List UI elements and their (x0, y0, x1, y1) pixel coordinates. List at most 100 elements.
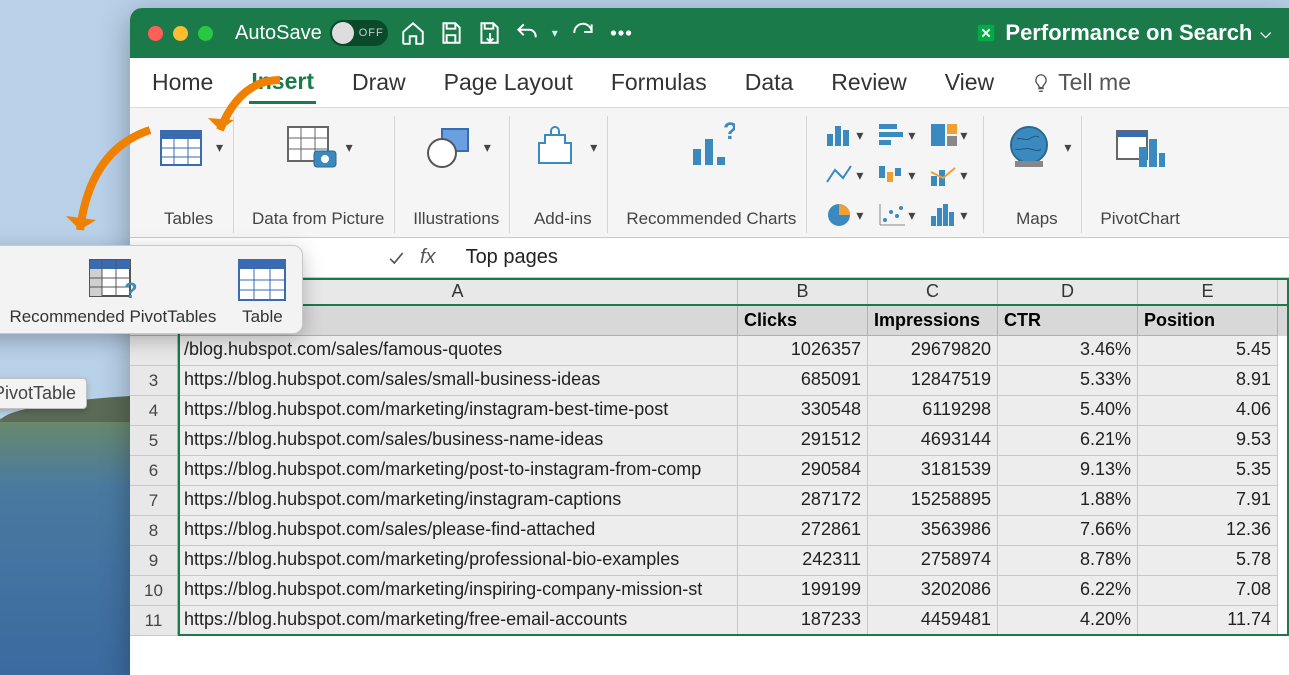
save-as-icon[interactable] (476, 20, 502, 46)
cell-position[interactable]: 5.78 (1138, 546, 1278, 576)
check-icon[interactable] (386, 248, 406, 268)
col-header-c[interactable]: C (868, 278, 998, 304)
col-header-b[interactable]: B (738, 278, 868, 304)
cell-clicks[interactable]: 187233 (738, 606, 868, 636)
ribbon-group-illustrations[interactable]: ▾ Illustrations (403, 116, 510, 233)
tab-view[interactable]: View (943, 63, 996, 102)
row-header[interactable]: 9 (130, 546, 178, 576)
row-header[interactable] (130, 336, 178, 366)
cell-impressions[interactable]: 15258895 (868, 486, 998, 516)
cell-url[interactable]: https://blog.hubspot.com/marketing/profe… (178, 546, 738, 576)
header-ctr[interactable]: CTR (998, 306, 1138, 336)
bar-chart-icon[interactable]: ▾ (877, 120, 915, 150)
row-header[interactable]: 7 (130, 486, 178, 516)
row-header[interactable]: 3 (130, 366, 178, 396)
cell-clicks[interactable]: 242311 (738, 546, 868, 576)
cell-url[interactable]: /blog.hubspot.com/sales/famous-quotes (178, 336, 738, 366)
undo-chevron-icon[interactable]: ▾ (552, 26, 558, 40)
ribbon-group-data-from-picture[interactable]: ▾ Data from Picture (242, 116, 395, 233)
row-header[interactable]: 8 (130, 516, 178, 546)
line-chart-icon[interactable]: ▾ (825, 160, 863, 190)
cell-clicks[interactable]: 291512 (738, 426, 868, 456)
table-button[interactable]: Table (234, 256, 290, 327)
header-impressions[interactable]: Impressions (868, 306, 998, 336)
cell-clicks[interactable]: 199199 (738, 576, 868, 606)
header-clicks[interactable]: Clicks (738, 306, 868, 336)
undo-icon[interactable] (514, 20, 540, 46)
histogram-chart-icon[interactable]: ▾ (929, 200, 967, 230)
row-header[interactable]: 10 (130, 576, 178, 606)
combo-chart-icon[interactable]: ▾ (929, 160, 967, 190)
cell-impressions[interactable]: 3181539 (868, 456, 998, 486)
waterfall-chart-icon[interactable]: ▾ (877, 160, 915, 190)
save-icon[interactable] (438, 20, 464, 46)
cell-impressions[interactable]: 6119298 (868, 396, 998, 426)
ribbon-group-addins[interactable]: ▾ Add-ins (518, 116, 608, 233)
cell-impressions[interactable]: 4459481 (868, 606, 998, 636)
ribbon-group-tables[interactable]: ▾ Tables (144, 116, 234, 233)
cell-impressions[interactable]: 3202086 (868, 576, 998, 606)
cell-ctr[interactable]: 6.21% (998, 426, 1138, 456)
cell-ctr[interactable]: 5.33% (998, 366, 1138, 396)
col-header-d[interactable]: D (998, 278, 1138, 304)
maximize-window-button[interactable] (198, 26, 213, 41)
tell-me-button[interactable]: Tell me (1030, 69, 1131, 96)
cell-url[interactable]: https://blog.hubspot.com/sales/please-fi… (178, 516, 738, 546)
cell-impressions[interactable]: 4693144 (868, 426, 998, 456)
cell-impressions[interactable]: 29679820 (868, 336, 998, 366)
ribbon-group-pivotchart[interactable]: PivotChart (1090, 116, 1189, 233)
cell-clicks[interactable]: 330548 (738, 396, 868, 426)
cell-impressions[interactable]: 12847519 (868, 366, 998, 396)
row-header[interactable]: 4 (130, 396, 178, 426)
document-title[interactable]: Performance on Search ⌵ (975, 20, 1271, 46)
recommended-pivottables-button[interactable]: ? Recommended PivotTables (9, 256, 216, 327)
tab-review[interactable]: Review (829, 63, 908, 102)
cell-url[interactable]: https://blog.hubspot.com/marketing/insta… (178, 486, 738, 516)
row-header[interactable]: 11 (130, 606, 178, 636)
cell-ctr[interactable]: 7.66% (998, 516, 1138, 546)
cell-clicks[interactable]: 272861 (738, 516, 868, 546)
fx-label[interactable]: fx (420, 246, 436, 269)
cell-url[interactable]: https://blog.hubspot.com/sales/small-bus… (178, 366, 738, 396)
cell-ctr[interactable]: 4.20% (998, 606, 1138, 636)
cell-clicks[interactable]: 290584 (738, 456, 868, 486)
tab-draw[interactable]: Draw (350, 63, 408, 102)
tab-insert[interactable]: Insert (249, 62, 316, 104)
cell-ctr[interactable]: 5.40% (998, 396, 1138, 426)
cell-position[interactable]: 12.36 (1138, 516, 1278, 546)
redo-icon[interactable] (570, 20, 596, 46)
tab-formulas[interactable]: Formulas (609, 63, 709, 102)
formula-input[interactable]: Top pages (452, 246, 558, 269)
row-header[interactable]: 6 (130, 456, 178, 486)
cell-ctr[interactable]: 9.13% (998, 456, 1138, 486)
tab-home[interactable]: Home (150, 63, 215, 102)
column-chart-icon[interactable]: ▾ (825, 120, 863, 150)
autosave-toggle[interactable]: AutoSave OFF (235, 20, 388, 46)
ribbon-group-recommended-charts[interactable]: ? Recommended Charts (616, 116, 807, 233)
tab-data[interactable]: Data (743, 63, 796, 102)
minimize-window-button[interactable] (173, 26, 188, 41)
cell-clicks[interactable]: 685091 (738, 366, 868, 396)
cell-ctr[interactable]: 3.46% (998, 336, 1138, 366)
close-window-button[interactable] (148, 26, 163, 41)
tab-page-layout[interactable]: Page Layout (442, 63, 575, 102)
treemap-chart-icon[interactable]: ▾ (929, 120, 967, 150)
cell-position[interactable]: 7.08 (1138, 576, 1278, 606)
cell-url[interactable]: https://blog.hubspot.com/marketing/free-… (178, 606, 738, 636)
ribbon-group-maps[interactable]: ▾ Maps (992, 116, 1082, 233)
pie-chart-icon[interactable]: ▾ (825, 200, 863, 230)
cell-url[interactable]: https://blog.hubspot.com/sales/business-… (178, 426, 738, 456)
cell-url[interactable]: https://blog.hubspot.com/marketing/inspi… (178, 576, 738, 606)
header-position[interactable]: Position (1138, 306, 1278, 336)
cell-url[interactable]: https://blog.hubspot.com/marketing/post-… (178, 456, 738, 486)
more-icon[interactable] (608, 20, 634, 46)
cell-clicks[interactable]: 1026357 (738, 336, 868, 366)
cell-ctr[interactable]: 8.78% (998, 546, 1138, 576)
cell-position[interactable]: 5.45 (1138, 336, 1278, 366)
cell-position[interactable]: 7.91 (1138, 486, 1278, 516)
cell-ctr[interactable]: 1.88% (998, 486, 1138, 516)
cell-ctr[interactable]: 6.22% (998, 576, 1138, 606)
cell-impressions[interactable]: 3563986 (868, 516, 998, 546)
col-header-e[interactable]: E (1138, 278, 1278, 304)
cell-clicks[interactable]: 287172 (738, 486, 868, 516)
